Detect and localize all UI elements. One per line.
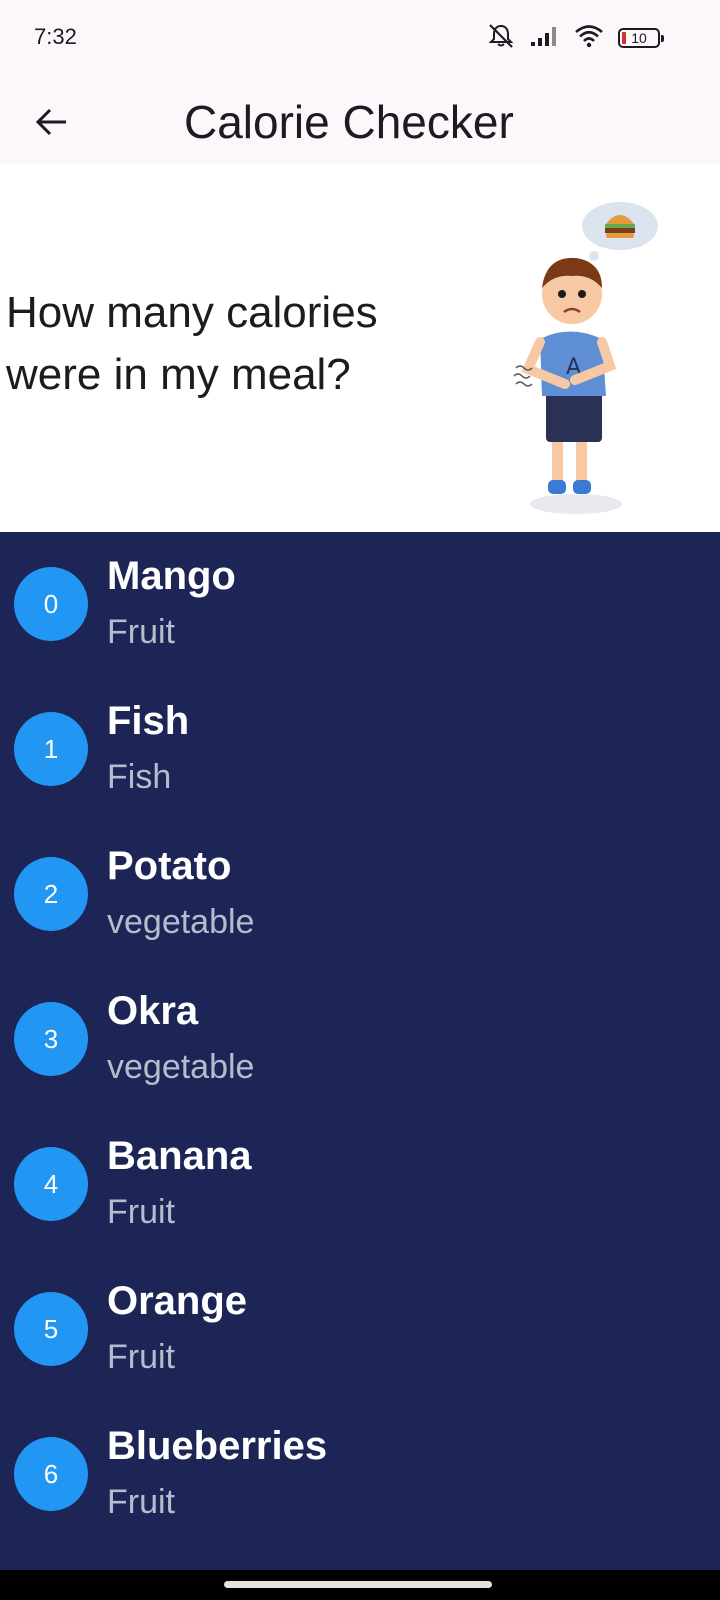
list-item[interactable]: 3 Okra vegetable bbox=[0, 967, 720, 1112]
battery-icon: 10 bbox=[618, 28, 664, 48]
index-avatar: 3 bbox=[14, 1002, 88, 1076]
hero-question: How many calories were in my meal? bbox=[6, 288, 378, 399]
navigation-bar bbox=[0, 1570, 720, 1600]
item-category: Fish bbox=[107, 758, 172, 796]
item-name: Potato bbox=[107, 844, 232, 888]
item-name: Okra bbox=[107, 989, 199, 1033]
food-list: 0 Mango Fruit 1 Fish Fish 2 Potato veget… bbox=[0, 532, 720, 1547]
arrow-back-icon bbox=[35, 107, 69, 142]
index-avatar: 1 bbox=[14, 712, 88, 786]
item-category: vegetable bbox=[107, 1048, 255, 1086]
list-item[interactable]: 2 Potato vegetable bbox=[0, 822, 720, 967]
hero-banner: How many calories were in my meal? A bbox=[0, 164, 720, 532]
list-item[interactable]: 5 Orange Fruit bbox=[0, 1257, 720, 1402]
list-item[interactable]: 1 Fish Fish bbox=[0, 677, 720, 822]
item-name: Banana bbox=[107, 1134, 252, 1178]
status-bar: 7:32 10 bbox=[0, 0, 720, 80]
item-category: Fruit bbox=[107, 1193, 175, 1231]
battery-level: 10 bbox=[631, 30, 647, 46]
mute-icon bbox=[486, 23, 516, 54]
page-title: Calorie Checker bbox=[184, 96, 514, 148]
wifi-icon bbox=[574, 24, 604, 53]
item-category: Fruit bbox=[107, 613, 175, 651]
list-item[interactable]: 4 Banana Fruit bbox=[0, 1112, 720, 1257]
item-name: Orange bbox=[107, 1279, 248, 1323]
item-category: vegetable bbox=[107, 903, 255, 941]
status-time: 7:32 bbox=[34, 24, 77, 49]
item-name: Blueberries bbox=[107, 1424, 328, 1468]
index-avatar: 2 bbox=[14, 857, 88, 931]
item-name: Fish bbox=[107, 699, 190, 743]
item-category: Fruit bbox=[107, 1483, 175, 1521]
app-bar: Calorie Checker bbox=[0, 80, 720, 164]
list-item[interactable]: 0 Mango Fruit bbox=[0, 532, 720, 677]
list-item[interactable]: 6 Blueberries Fruit bbox=[0, 1402, 720, 1547]
home-indicator[interactable] bbox=[224, 1581, 492, 1588]
index-avatar: 0 bbox=[14, 567, 88, 641]
index-avatar: 5 bbox=[14, 1292, 88, 1366]
item-category: Fruit bbox=[107, 1338, 175, 1376]
index-avatar: 4 bbox=[14, 1147, 88, 1221]
status-icons: 10 bbox=[486, 23, 664, 54]
item-name: Mango bbox=[107, 554, 236, 598]
back-button[interactable] bbox=[24, 96, 80, 152]
index-avatar: 6 bbox=[14, 1437, 88, 1511]
signal-icon bbox=[530, 25, 560, 52]
boy-with-stomachache-illustration: A bbox=[510, 184, 680, 519]
